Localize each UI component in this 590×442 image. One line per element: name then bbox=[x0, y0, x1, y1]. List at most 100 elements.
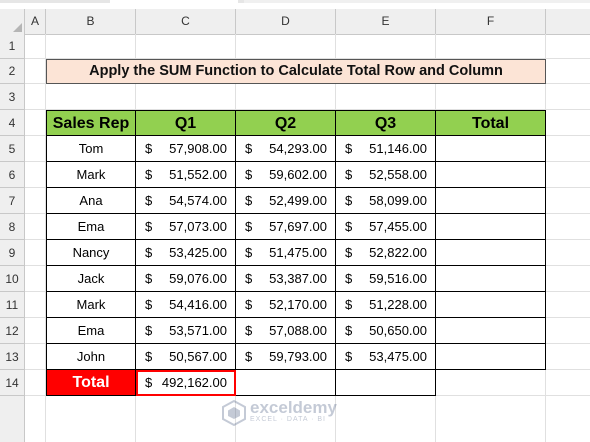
row-header-6[interactable]: 6 bbox=[0, 162, 24, 188]
column-header-f[interactable]: F bbox=[436, 9, 546, 34]
header-q3[interactable]: Q3 bbox=[336, 110, 436, 136]
q1-value-cell[interactable]: $59,076.00 bbox=[136, 266, 236, 292]
row-header-9[interactable]: 9 bbox=[0, 240, 24, 266]
watermark-tagline: EXCEL · DATA · BI bbox=[250, 416, 326, 423]
row-header-14[interactable]: 14 bbox=[0, 370, 24, 396]
q3-amount: 52,558.00 bbox=[369, 167, 427, 182]
currency-symbol: $ bbox=[245, 167, 253, 182]
column-header-e[interactable]: E bbox=[336, 9, 436, 34]
q3-value-cell[interactable]: $57,455.00 bbox=[336, 214, 436, 240]
total-q3-cell[interactable] bbox=[336, 370, 436, 396]
total-value-cell[interactable] bbox=[436, 344, 546, 370]
q2-value-cell[interactable]: $53,387.00 bbox=[236, 266, 336, 292]
row-header-5[interactable]: 5 bbox=[0, 136, 24, 162]
total-value-cell[interactable] bbox=[436, 318, 546, 344]
sales-rep-cell[interactable]: Ema bbox=[46, 214, 136, 240]
q3-value-cell[interactable]: $59,516.00 bbox=[336, 266, 436, 292]
q3-value-cell[interactable]: $51,228.00 bbox=[336, 292, 436, 318]
currency-symbol: $ bbox=[345, 297, 353, 312]
total-value-cell[interactable] bbox=[436, 240, 546, 266]
q3-value-cell[interactable]: $58,099.00 bbox=[336, 188, 436, 214]
currency-symbol: $ bbox=[245, 193, 253, 208]
row-header-1[interactable]: 1 bbox=[0, 34, 24, 59]
column-header-c[interactable]: C bbox=[136, 9, 236, 34]
currency-symbol: $ bbox=[345, 193, 353, 208]
q1-value-cell[interactable]: $53,571.00 bbox=[136, 318, 236, 344]
total-value-cell[interactable] bbox=[436, 162, 546, 188]
sales-rep-cell[interactable]: Ema bbox=[46, 318, 136, 344]
header-q2[interactable]: Q2 bbox=[236, 110, 336, 136]
currency-symbol: $ bbox=[145, 193, 153, 208]
q2-amount: 57,088.00 bbox=[269, 323, 327, 338]
q1-value-cell[interactable]: $53,425.00 bbox=[136, 240, 236, 266]
q2-value-cell[interactable]: $57,088.00 bbox=[236, 318, 336, 344]
q2-value-cell[interactable]: $57,697.00 bbox=[236, 214, 336, 240]
column-header-a[interactable]: A bbox=[25, 9, 46, 34]
total-value-cell[interactable] bbox=[436, 188, 546, 214]
total-label-cell[interactable]: Total bbox=[46, 370, 136, 396]
q3-value-cell[interactable]: $51,146.00 bbox=[336, 136, 436, 162]
sales-rep-cell[interactable]: John bbox=[46, 344, 136, 370]
total-q2-cell[interactable] bbox=[236, 370, 336, 396]
header-q1[interactable]: Q1 bbox=[136, 110, 236, 136]
q1-amount: 51,552.00 bbox=[169, 167, 227, 182]
q3-value-cell[interactable]: $52,822.00 bbox=[336, 240, 436, 266]
q1-value-cell[interactable]: $54,416.00 bbox=[136, 292, 236, 318]
q2-value-cell[interactable]: $54,293.00 bbox=[236, 136, 336, 162]
sales-rep-cell[interactable]: Ana bbox=[46, 188, 136, 214]
currency-symbol: $ bbox=[345, 323, 353, 338]
q3-value-cell[interactable]: $50,650.00 bbox=[336, 318, 436, 344]
currency-symbol: $ bbox=[245, 141, 253, 156]
total-value-cell[interactable] bbox=[436, 214, 546, 240]
row-header-2[interactable]: 2 bbox=[0, 59, 24, 84]
column-header-b[interactable]: B bbox=[46, 9, 136, 34]
q3-amount: 51,228.00 bbox=[369, 297, 427, 312]
q2-value-cell[interactable]: $59,793.00 bbox=[236, 344, 336, 370]
q2-amount: 51,475.00 bbox=[269, 245, 327, 260]
currency-symbol: $ bbox=[245, 219, 253, 234]
sales-rep-cell[interactable]: Nancy bbox=[46, 240, 136, 266]
q3-amount: 50,650.00 bbox=[369, 323, 427, 338]
q3-value-cell[interactable]: $52,558.00 bbox=[336, 162, 436, 188]
header-sales-rep[interactable]: Sales Rep bbox=[46, 110, 136, 136]
currency-symbol: $ bbox=[245, 245, 253, 260]
row-header-7[interactable]: 7 bbox=[0, 188, 24, 214]
sales-rep-cell[interactable]: Mark bbox=[46, 162, 136, 188]
row-header-12[interactable]: 12 bbox=[0, 318, 24, 344]
q1-value-cell[interactable]: $57,073.00 bbox=[136, 214, 236, 240]
row-header-13[interactable]: 13 bbox=[0, 344, 24, 370]
row-header-4[interactable]: 4 bbox=[0, 110, 24, 136]
row-header-8[interactable]: 8 bbox=[0, 214, 24, 240]
q2-amount: 53,387.00 bbox=[269, 271, 327, 286]
q1-value-cell[interactable]: $54,574.00 bbox=[136, 188, 236, 214]
header-total[interactable]: Total bbox=[436, 110, 546, 136]
grand-total-cell[interactable] bbox=[436, 370, 546, 396]
sales-rep-cell[interactable]: Tom bbox=[46, 136, 136, 162]
q2-value-cell[interactable]: $52,499.00 bbox=[236, 188, 336, 214]
total-value-cell[interactable] bbox=[436, 136, 546, 162]
q1-amount: 53,425.00 bbox=[169, 245, 227, 260]
q1-value-cell[interactable]: $57,908.00 bbox=[136, 136, 236, 162]
currency-symbol: $ bbox=[245, 271, 253, 286]
currency-symbol: $ bbox=[245, 323, 253, 338]
sales-rep-cell[interactable]: Jack bbox=[46, 266, 136, 292]
column-header-d[interactable]: D bbox=[236, 9, 336, 34]
total-q1-cell-selected[interactable]: $492,162.00 bbox=[136, 370, 236, 396]
sales-rep-cell[interactable]: Mark bbox=[46, 292, 136, 318]
row-header-3[interactable]: 3 bbox=[0, 84, 24, 110]
spreadsheet: A B C D E F 1 2 3 4 5 6 7 8 9 10 11 12 13 14 Apply th… bbox=[0, 0, 590, 442]
q2-value-cell[interactable]: $59,602.00 bbox=[236, 162, 336, 188]
row-header-10[interactable]: 10 bbox=[0, 266, 24, 292]
select-all-button[interactable] bbox=[0, 9, 25, 35]
row-header-11[interactable]: 11 bbox=[0, 292, 24, 318]
total-value-cell[interactable] bbox=[436, 292, 546, 318]
q3-value-cell[interactable]: $53,475.00 bbox=[336, 344, 436, 370]
sheet-title[interactable]: Apply the SUM Function to Calculate Tota… bbox=[46, 59, 546, 84]
currency-symbol: $ bbox=[145, 349, 153, 364]
q2-value-cell[interactable]: $52,170.00 bbox=[236, 292, 336, 318]
q1-value-cell[interactable]: $51,552.00 bbox=[136, 162, 236, 188]
q1-amount: 53,571.00 bbox=[169, 323, 227, 338]
q2-value-cell[interactable]: $51,475.00 bbox=[236, 240, 336, 266]
q1-value-cell[interactable]: $50,567.00 bbox=[136, 344, 236, 370]
total-value-cell[interactable] bbox=[436, 266, 546, 292]
